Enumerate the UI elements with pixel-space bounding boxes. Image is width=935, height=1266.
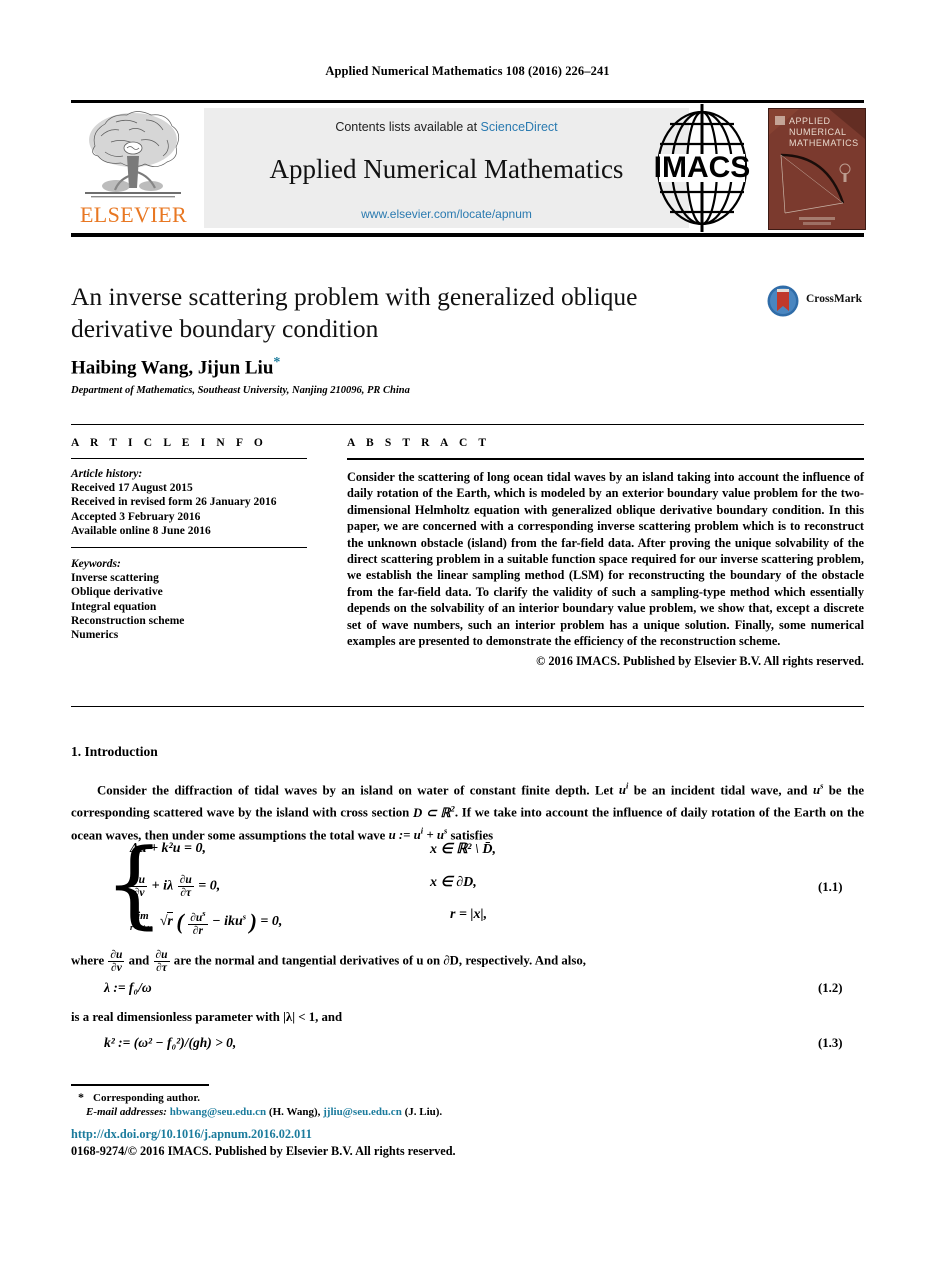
equation-rows: Δu + k²u = 0, x ∈ ℝ² \ D̄, ∂u ∂ν + iλ ∂u ∂… <box>130 836 690 937</box>
email-label: E-mail addresses: <box>86 1106 167 1118</box>
corresponding-author-marker[interactable]: * <box>273 355 280 370</box>
equation-row-3-lhs: lim r→+∞ √r ( ∂us ∂r − ikus ) = 0, <box>130 908 283 937</box>
history-item: Received 17 August 2015 <box>71 482 193 495</box>
sciencedirect-link[interactable]: ScienceDirect <box>481 120 558 134</box>
imacs-logo[interactable]: IMACS <box>637 104 767 232</box>
keyword-item: Inverse scattering <box>71 572 159 585</box>
elsevier-wordmark: ELSEVIER <box>79 202 188 227</box>
article-info-divider <box>71 458 307 459</box>
keyword-item: Oblique derivative <box>71 586 163 599</box>
svg-text:NUMERICAL: NUMERICAL <box>789 127 847 137</box>
equation-number-1-3: (1.3) <box>818 1036 843 1050</box>
contents-available-line: Contents lists available at ScienceDirec… <box>204 120 689 134</box>
journal-title: Applied Numerical Mathematics <box>269 154 624 184</box>
equation-1-2: λ := f₀/ω <box>104 980 152 995</box>
crossmark-badge[interactable]: CrossMark <box>766 284 864 318</box>
journal-masthead: ELSEVIER Contents lists available at Sci… <box>71 104 866 232</box>
author-list: Haibing Wang, Jijun Liu* <box>71 355 280 379</box>
masthead-top-rule <box>71 100 864 103</box>
journal-homepage-link[interactable]: www.elsevier.com/locate/apnum <box>204 207 689 221</box>
equation-1-3: k² := (ω² − f₀²)/(gh) > 0, <box>104 1035 237 1050</box>
fraction-du-dnu-inline: ∂u ∂ν <box>108 949 125 974</box>
paper-page: Applied Numerical Mathematics 108 (2016)… <box>0 0 935 1266</box>
equation-row-2: ∂u ∂ν + iλ ∂u ∂τ = 0, x ∈ ∂D, <box>130 869 690 902</box>
corresponding-author-note: Corresponding author. <box>93 1092 200 1104</box>
equation-row-3-rhs: r = |x|, <box>450 907 488 922</box>
author-names: Haibing Wang, Jijun Liu <box>71 357 274 379</box>
equation-row-1: Δu + k²u = 0, x ∈ ℝ² \ D̄, <box>130 836 690 869</box>
abstract-section-top-rule <box>71 424 864 425</box>
fraction-du-dnu: ∂u ∂ν <box>131 874 148 899</box>
issn-copyright-line: 0168-9274/© 2016 IMACS. Published by Els… <box>71 1144 456 1158</box>
article-info-heading: A R T I C L E I N F O <box>71 437 267 449</box>
equation-1-1: { Δu + k²u = 0, x ∈ ℝ² \ D̄, ∂u ∂ν + iλ ∂… <box>104 834 864 937</box>
math-domain-D: D ⊂ ℝ2 <box>413 803 455 820</box>
keywords-divider <box>71 547 307 549</box>
journal-cover-art: APPLIED NUMERICAL MATHEMATICS <box>769 109 865 229</box>
where-text-2: and <box>125 953 153 968</box>
math-u-incident: ui <box>618 781 629 798</box>
article-history-label: Article history: <box>71 468 143 480</box>
page-title: An inverse scattering problem with gener… <box>71 282 638 343</box>
abstract-section-bottom-rule <box>71 706 864 707</box>
footnote-rule <box>71 1084 209 1086</box>
footnote-star: * <box>78 1090 84 1104</box>
contents-panel: Contents lists available at ScienceDirec… <box>204 108 689 228</box>
equation-row-2-rhs: x ∈ ∂D, <box>430 875 477 890</box>
abstract-copyright: © 2016 IMACS. Published by Elsevier B.V.… <box>536 654 864 669</box>
equation-row-3: lim r→+∞ √r ( ∂us ∂r − ikus ) = 0, r = |x|… <box>130 902 690 937</box>
abstract-heading: A B S T R A C T <box>347 437 491 449</box>
equation-number-1-2: (1.2) <box>818 981 843 995</box>
fraction-dus-dr: ∂us ∂r <box>188 908 208 937</box>
affiliation: Department of Mathematics, Southeast Uni… <box>71 385 410 396</box>
introduction-paragraph: Consider the diffraction of tidal waves … <box>71 777 864 844</box>
doi-link[interactable]: http://dx.doi.org/10.1016/j.apnum.2016.0… <box>71 1127 312 1142</box>
abstract-divider <box>347 458 864 460</box>
equation-row-1-rhs: x ∈ ℝ² \ D̄, <box>430 842 496 857</box>
keyword-item: Numerics <box>71 629 119 642</box>
keyword-item: Integral equation <box>71 600 157 613</box>
parameter-line: is a real dimensionless parameter with |… <box>71 1010 343 1024</box>
where-text-3: are the normal and tangential derivative… <box>170 953 586 968</box>
where-text-1: where <box>71 953 108 968</box>
fraction-du-dtau: ∂u ∂τ <box>177 874 194 899</box>
contents-prefix: Contents lists available at <box>335 120 481 134</box>
svg-text:MATHEMATICS: MATHEMATICS <box>789 138 859 148</box>
abstract-text: Consider the scattering of long ocean ti… <box>347 470 864 649</box>
crossmark-icon <box>767 285 799 317</box>
equation-number-1-1: (1.1) <box>818 880 843 894</box>
article-history-block: Article history: Received 17 August 2015… <box>71 467 307 538</box>
fraction-du-dtau-inline: ∂u ∂τ <box>153 949 170 974</box>
elsevier-tree-icon <box>85 111 181 198</box>
imacs-globe-icon: IMACS <box>654 104 751 232</box>
email-link-liu[interactable]: jjliu@seu.edu.cn <box>323 1106 402 1118</box>
svg-text:APPLIED: APPLIED <box>789 116 831 126</box>
where-line: where ∂u ∂ν and ∂u ∂τ are the normal and t… <box>71 949 864 974</box>
keywords-label: Keywords: <box>71 558 121 571</box>
par-text-1: Consider the diffraction of tidal waves … <box>97 783 619 798</box>
par-text-2: be an incident tidal wave, and <box>628 783 813 798</box>
email-link-wang[interactable]: hbwang@seu.edu.cn <box>170 1106 266 1118</box>
email-who-wang: (H. Wang), <box>268 1106 321 1118</box>
math-u-scattered: us <box>812 781 824 798</box>
journal-cover-thumbnail[interactable]: APPLIED NUMERICAL MATHEMATICS <box>768 108 866 230</box>
email-addresses-note: E-mail addresses: hbwang@seu.edu.cn (H. … <box>86 1106 442 1118</box>
equation-row-1-lhs: Δu + k²u = 0, <box>130 841 207 856</box>
history-item: Available online 8 June 2016 <box>71 524 211 537</box>
masthead-bottom-rule <box>71 233 864 237</box>
article-info-column: A R T I C L E I N F O Article history: R… <box>71 437 307 642</box>
svg-text:IMACS: IMACS <box>654 151 751 184</box>
equation-row-2-lhs: ∂u ∂ν + iλ ∂u ∂τ = 0, <box>131 874 221 899</box>
elsevier-logo[interactable]: ELSEVIER <box>71 106 196 230</box>
keyword-item: Reconstruction scheme <box>71 614 185 627</box>
section-heading-introduction: 1. Introduction <box>71 744 158 759</box>
abstract-column: A B S T R A C T Consider the scattering … <box>347 437 864 669</box>
running-head: Applied Numerical Mathematics 108 (2016)… <box>325 64 610 78</box>
keywords-block: Keywords: Inverse scattering Oblique der… <box>71 557 307 642</box>
crossmark-label: CrossMark <box>806 293 863 305</box>
email-who-liu: (J. Liu). <box>404 1106 443 1118</box>
history-item: Received in revised form 26 January 2016 <box>71 496 277 509</box>
history-item: Accepted 3 February 2016 <box>71 510 201 523</box>
